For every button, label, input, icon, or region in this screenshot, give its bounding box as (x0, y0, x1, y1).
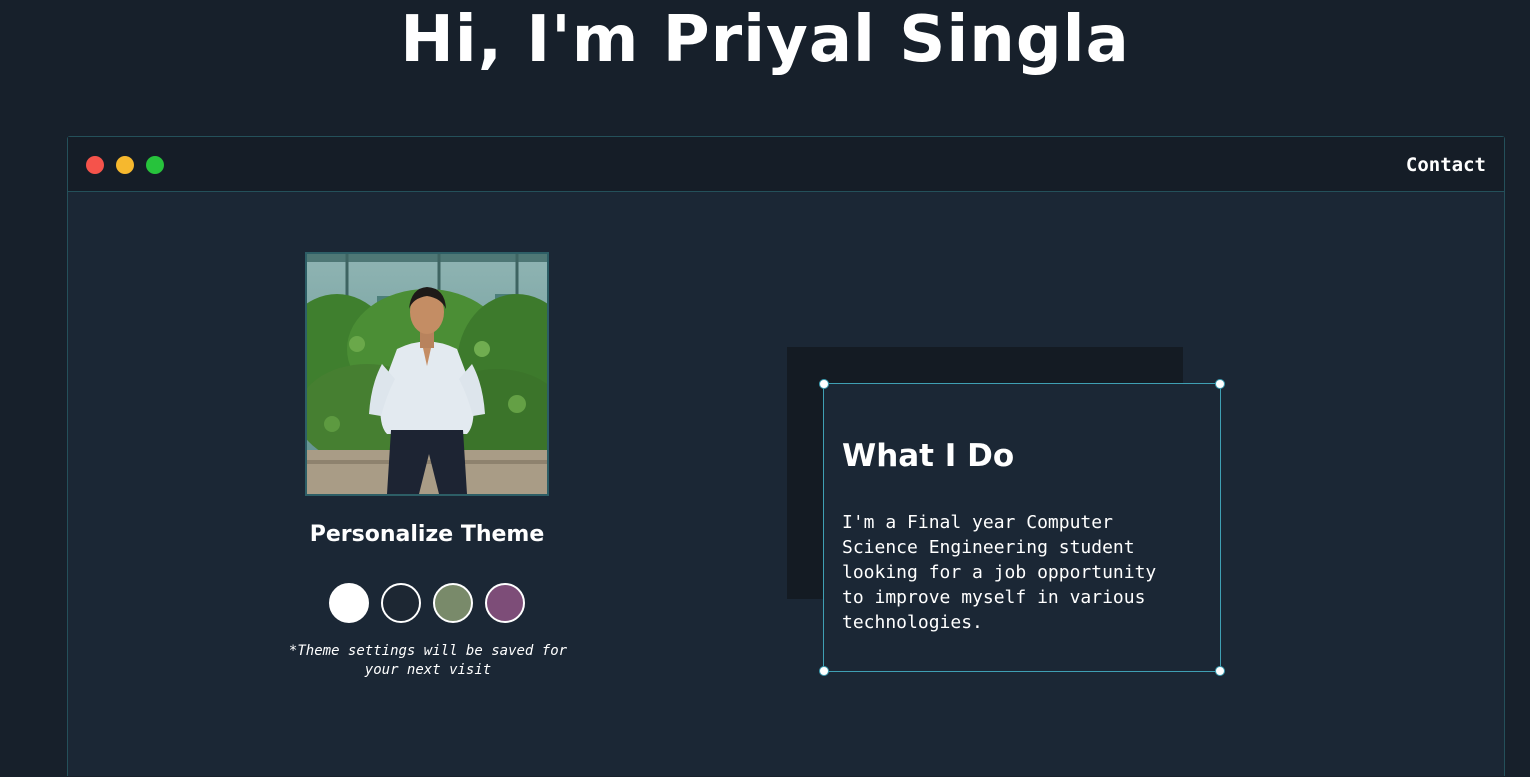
theme-swatch-plum[interactable] (485, 583, 525, 623)
close-dot-icon[interactable] (86, 156, 104, 174)
maximize-dot-icon[interactable] (146, 156, 164, 174)
resize-handle-icon (1215, 379, 1225, 389)
contact-link[interactable]: Contact (1406, 153, 1486, 177)
theme-swatch-white[interactable] (329, 583, 369, 623)
resize-handle-icon (1215, 666, 1225, 676)
theme-note: *Theme settings will be saved for your n… (288, 643, 568, 678)
window-titlebar: Contact (68, 137, 1504, 192)
card-title: What I Do (842, 438, 1015, 474)
profile-photo (305, 252, 549, 496)
resize-handle-icon (819, 666, 829, 676)
page-title: Hi, I'm Priyal Singla (400, 3, 1130, 77)
resize-handle-icon (819, 379, 829, 389)
theme-heading: Personalize Theme (309, 522, 545, 547)
theme-swatch-sage[interactable] (433, 583, 473, 623)
theme-swatch-dark[interactable] (381, 583, 421, 623)
browser-window: Contact Personalize Theme *Theme setting… (67, 136, 1505, 776)
card-body: I'm a Final year Computer Science Engine… (842, 512, 1157, 633)
minimize-dot-icon[interactable] (116, 156, 134, 174)
profile-photo-icon (307, 254, 547, 494)
what-i-do-card: What I Do I'm a Final year Computer Scie… (819, 379, 1225, 676)
